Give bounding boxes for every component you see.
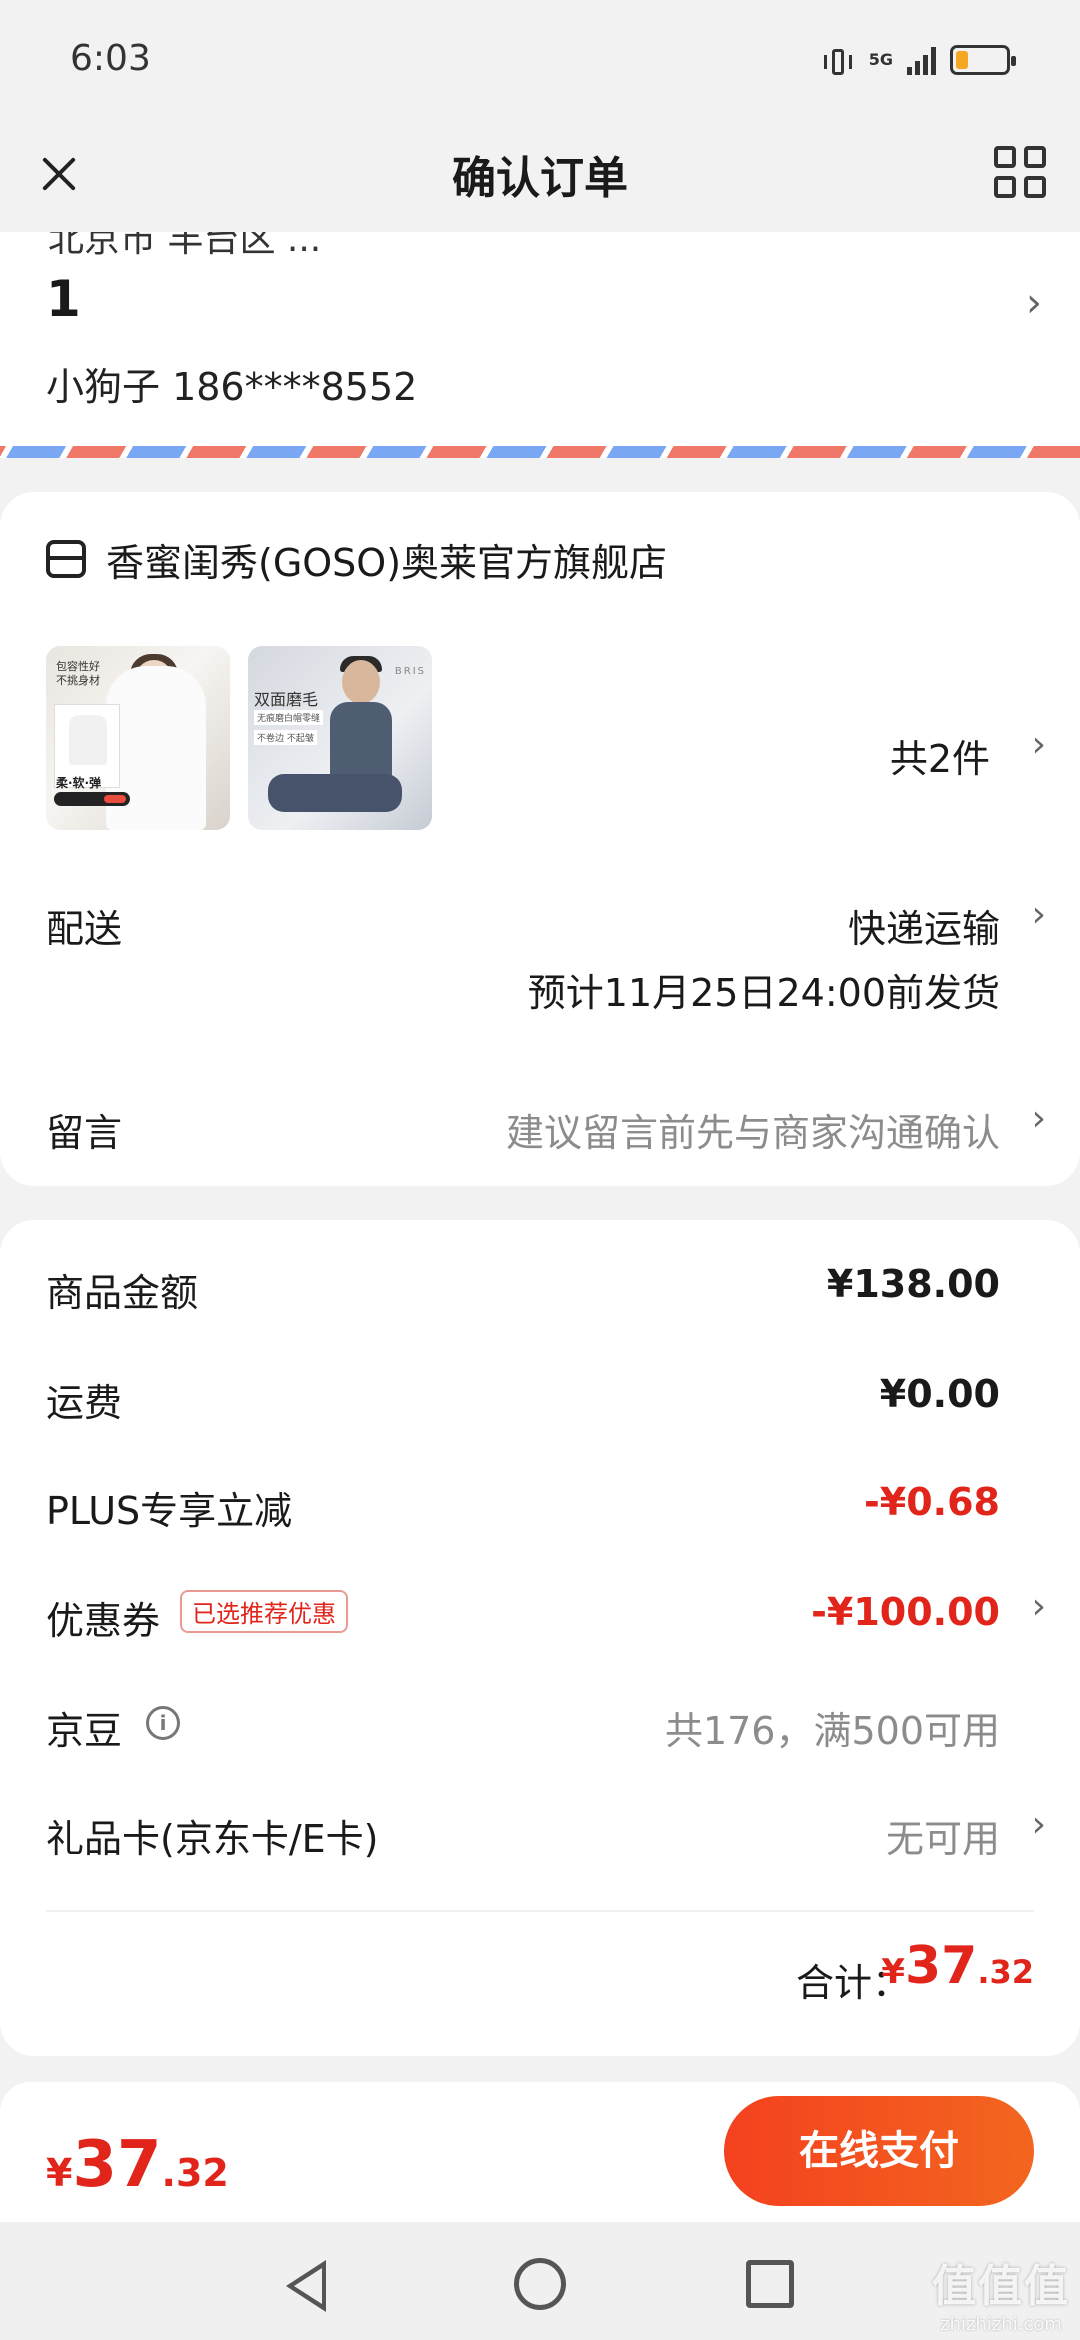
address-region-partial: 北京市 丰台区 ... [48,232,322,260]
store-icon [46,540,86,578]
gift-card-value[interactable]: 无可用 [886,1808,1000,1863]
signal-icon [907,45,936,75]
delivery-label: 配送 [46,907,123,951]
jd-beans-label: 京豆 [46,1709,123,1753]
price-card: 商品金额 ¥138.00 运费 ¥0.00 PLUS专享立减 -¥0.68 优惠… [0,1220,1080,2056]
recent-apps-icon[interactable] [746,2260,794,2308]
info-icon[interactable]: i [146,1706,180,1740]
goods-amount-label: 商品金额 [46,1271,199,1315]
thumb2-sub2: 不卷边 不起皱 [254,730,317,745]
status-bar: 6:03 5G [0,0,1080,120]
page-title: 确认订单 [452,153,628,204]
vibrate-icon [821,43,855,77]
shop-name[interactable]: 香蜜闺秀(GOSO)奥莱官方旗舰店 [106,532,667,587]
coupon-value[interactable]: -¥100.00 [811,1590,1000,1634]
total-amount: ¥37.32 [881,1936,1034,1996]
address-card[interactable]: 北京市 丰台区 ... 1 › 小狗子 186****8552 [0,232,1080,458]
status-icons: 5G [821,40,1016,80]
checkout-bar: ¥37.32 在线支付 [0,2082,1080,2222]
chevron-right-icon[interactable]: › [1032,894,1046,935]
battery-icon [950,45,1016,75]
plus-discount-value: -¥0.68 [864,1480,1000,1524]
address-contact: 小狗子 186****8552 [46,365,418,409]
item-count[interactable]: 共2件 [890,728,990,783]
product-thumbnail-2[interactable]: BRIS 双面磨毛 无痕磨白帽零缝 不卷边 不起皱 [248,646,432,830]
thumb2-title: 双面磨毛 [254,690,319,709]
coupon-badge: 已选推荐优惠 [180,1590,348,1633]
thumb2-brand: BRIS [394,666,426,677]
gift-card-label: 礼品卡(京东卡/E卡) [46,1817,379,1861]
product-thumbnail-1[interactable]: 包容性好 不挑身材 柔·软·弹 [46,646,230,830]
chevron-right-icon[interactable]: › [1032,1804,1046,1845]
network-type: 5G [868,50,893,69]
plus-discount-label: PLUS专享立减 [46,1489,293,1533]
home-icon[interactable] [514,2258,566,2310]
address-detail: 1 [46,270,81,328]
pay-online-button[interactable]: 在线支付 [724,2096,1034,2206]
divider [46,1910,1034,1912]
thumb1-footer: 柔·软·弹 [56,776,102,790]
delivery-method[interactable]: 快递运输 [848,898,1000,953]
coupon-label: 优惠券 [46,1599,161,1643]
watermark-logo: 值值值 zhizhizhi.com [932,2261,1070,2335]
chevron-right-icon[interactable]: › [1026,280,1042,326]
thumb1-tag: 包容性好 不挑身材 [56,660,100,687]
chevron-right-icon[interactable]: › [1032,1586,1046,1627]
shop-card: 香蜜闺秀(GOSO)奥莱官方旗舰店 包容性好 不挑身材 柔·软·弹 BRIS 双… [0,492,1080,1186]
airmail-stripe [0,446,1080,458]
system-nav-bar [0,2222,1080,2340]
back-icon[interactable] [286,2260,326,2312]
payable-amount: ¥37.32 [46,2128,229,2202]
top-header: 确认订单 [0,120,1080,232]
message-input[interactable]: 建议留言前先与商家沟通确认 [506,1102,1000,1157]
delivery-eta: 预计11月25日24:00前发货 [527,971,1000,1015]
shipping-label: 运费 [46,1381,123,1425]
chevron-right-icon[interactable]: › [1032,1098,1046,1139]
message-label: 留言 [46,1111,123,1155]
status-time: 6:03 [70,38,151,79]
grid-icon[interactable] [990,142,1050,202]
shipping-value: ¥0.00 [879,1372,1000,1416]
battery-level [956,51,968,69]
jd-beans-value: 共176，满500可用 [664,1709,1000,1753]
chevron-right-icon[interactable]: › [1032,724,1046,765]
goods-amount-value: ¥138.00 [826,1262,1000,1306]
thumb2-sub1: 无痕磨白帽零缝 [254,710,324,725]
